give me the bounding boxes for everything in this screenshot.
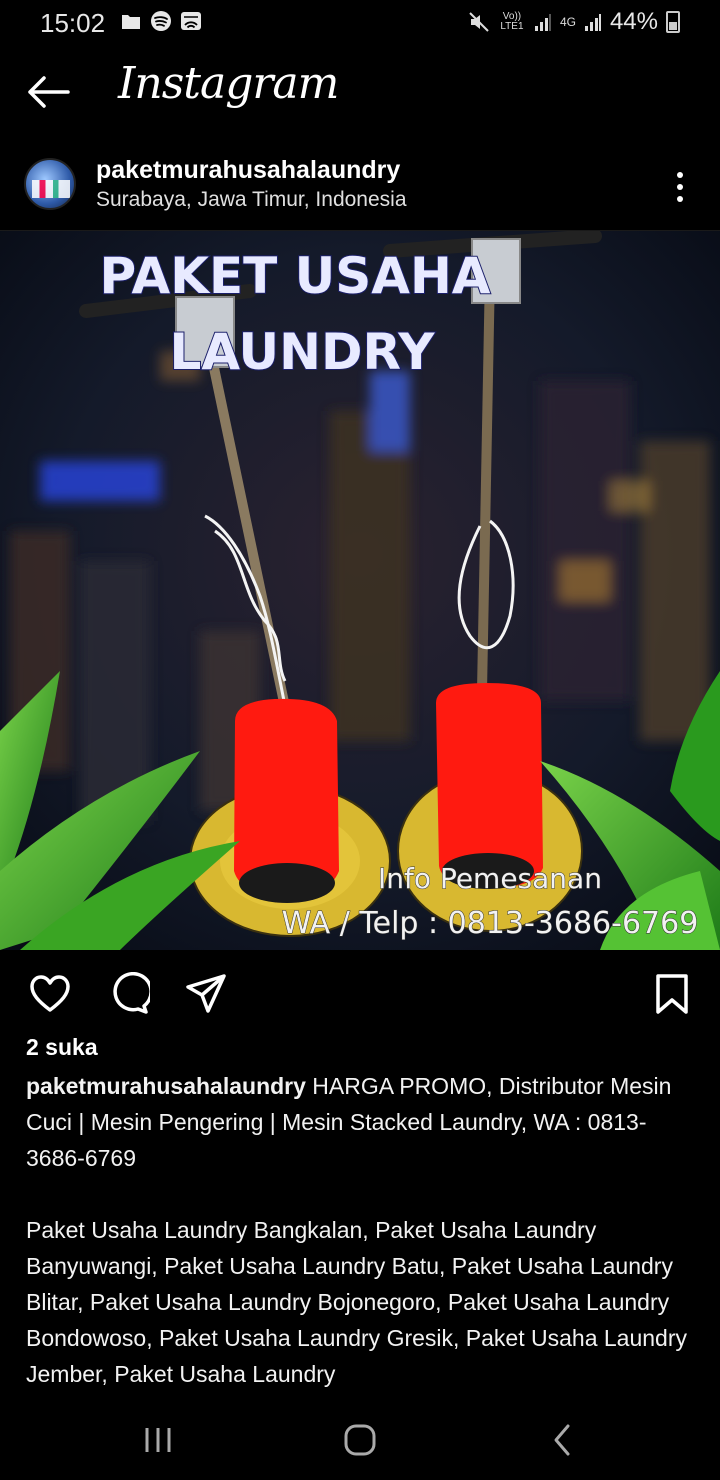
battery-percent: 44% [609, 8, 658, 35]
save-icon[interactable] [650, 972, 694, 1016]
post-image[interactable]: PAKET USAHA LAUNDRY Info Pemesanan WA / … [0, 231, 720, 950]
battery-icon [666, 11, 680, 33]
share-icon[interactable] [184, 972, 228, 1016]
volte-label: Vo)) LTE1 [500, 11, 524, 32]
home-icon[interactable] [340, 1420, 380, 1460]
comment-icon[interactable] [106, 972, 150, 1016]
caption-username[interactable]: paketmurahusahalaundry [26, 1073, 306, 1099]
app-header: Instagram [0, 44, 720, 140]
post-actions [0, 950, 720, 1034]
avatar[interactable] [24, 158, 76, 210]
back-icon[interactable] [544, 1420, 584, 1460]
post-location[interactable]: Surabaya, Jawa Timur, Indonesia [96, 188, 407, 212]
mute-icon [469, 12, 489, 32]
screen-mirror-icon [181, 12, 201, 30]
post-caption: paketmurahusahalaundry HARGA PROMO, Dist… [26, 1068, 696, 1392]
image-headline-2: LAUNDRY [170, 323, 436, 381]
caption-more: Paket Usaha Laundry Bangkalan, Paket Usa… [26, 1217, 687, 1387]
gallery-icon [122, 15, 140, 29]
network-type: 4G [559, 15, 576, 29]
signal-icon-2 [584, 14, 601, 31]
post-image-artwork: PAKET USAHA LAUNDRY Info Pemesanan WA / … [0, 231, 720, 950]
signal-icon [534, 14, 551, 31]
image-info-line-2: WA / Telp : 0813-3686-6769 [282, 906, 699, 941]
status-time: 15:02 [40, 8, 106, 38]
image-headline-1: PAKET USAHA [99, 247, 490, 305]
back-arrow-icon[interactable] [26, 74, 70, 110]
status-left-icons [120, 10, 202, 32]
like-count[interactable]: 2 suka [26, 1034, 98, 1061]
spotify-icon [151, 11, 171, 31]
post-header: paketmurahusahalaundry Surabaya, Jawa Ti… [0, 140, 720, 231]
caption-first: paketmurahusahalaundry HARGA PROMO, Dist… [26, 1068, 696, 1176]
status-bar: 15:02 Vo)) LTE1 4G 44% [0, 0, 720, 44]
post-username[interactable]: paketmurahusahalaundry [96, 156, 400, 185]
status-right: Vo)) LTE1 4G 44% [468, 8, 680, 36]
image-info-line-1: Info Pemesanan [378, 862, 602, 895]
more-vertical-icon[interactable] [664, 170, 696, 204]
app-title: Instagram [118, 58, 339, 109]
like-icon[interactable] [28, 972, 72, 1016]
recent-apps-icon[interactable] [138, 1420, 178, 1460]
system-nav-bar [0, 1400, 720, 1480]
